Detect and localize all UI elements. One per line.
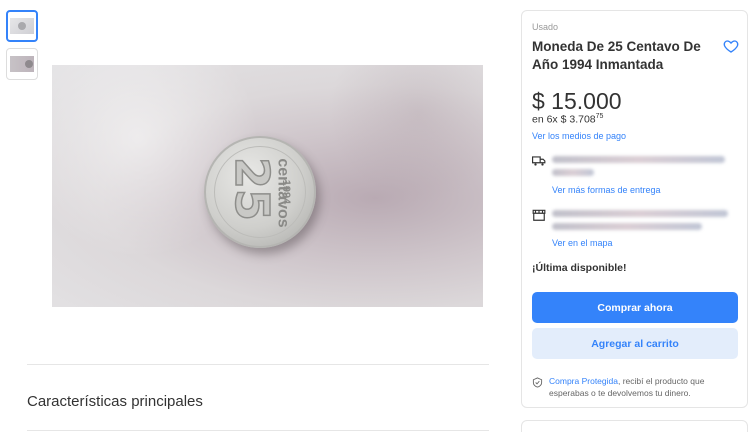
truck-icon — [532, 156, 546, 166]
buy-box: Usado Moneda De 25 Centavo De Año 1994 I… — [521, 10, 748, 408]
more-delivery-options-link[interactable]: Ver más formas de entrega — [552, 185, 661, 195]
secondary-box — [521, 420, 748, 432]
product-title: Moneda De 25 Centavo De Año 1994 Inmanta… — [532, 39, 701, 72]
delivery-info-blurred — [552, 169, 594, 176]
shield-check-icon — [532, 377, 543, 388]
add-to-cart-button[interactable]: Agregar al carrito — [532, 328, 738, 359]
section-title-main-features: Características principales — [27, 393, 203, 410]
protected-purchase-link[interactable]: Compra Protegida — [549, 376, 618, 386]
pickup-info-blurred — [552, 210, 728, 217]
thumbnail-list — [6, 10, 38, 86]
condition-label: Usado — [532, 22, 559, 32]
thumbnail-1[interactable] — [6, 10, 38, 42]
heart-icon[interactable] — [723, 38, 739, 54]
store-icon — [532, 209, 546, 221]
coin-year: 1994 — [280, 179, 293, 205]
price: $ 15.000 — [532, 88, 622, 114]
buy-now-button[interactable]: Comprar ahora — [532, 292, 738, 323]
divider — [27, 430, 489, 431]
thumbnail-image — [10, 18, 34, 34]
installments: en 6x $ 3.70875 — [532, 113, 603, 126]
main-product-image[interactable]: 25 centavos 1994 — [52, 65, 483, 307]
installments-amount: en 6x $ 3.708 — [532, 113, 596, 126]
thumbnail-image — [10, 56, 34, 72]
map-link[interactable]: Ver en el mapa — [552, 238, 613, 248]
purchase-protection-text: Compra Protegida, recibí el producto que… — [549, 375, 739, 399]
payment-methods-link[interactable]: Ver los medios de pago — [532, 131, 626, 141]
thumbnail-2[interactable] — [6, 48, 38, 80]
coin-number: 25 — [224, 156, 280, 222]
pickup-info-blurred — [552, 223, 702, 230]
delivery-info-blurred — [552, 156, 725, 163]
coin-image: 25 centavos 1994 — [204, 136, 316, 248]
stock-status: ¡Última disponible! — [532, 262, 627, 274]
installments-cents: 75 — [595, 113, 604, 120]
divider — [27, 364, 489, 365]
